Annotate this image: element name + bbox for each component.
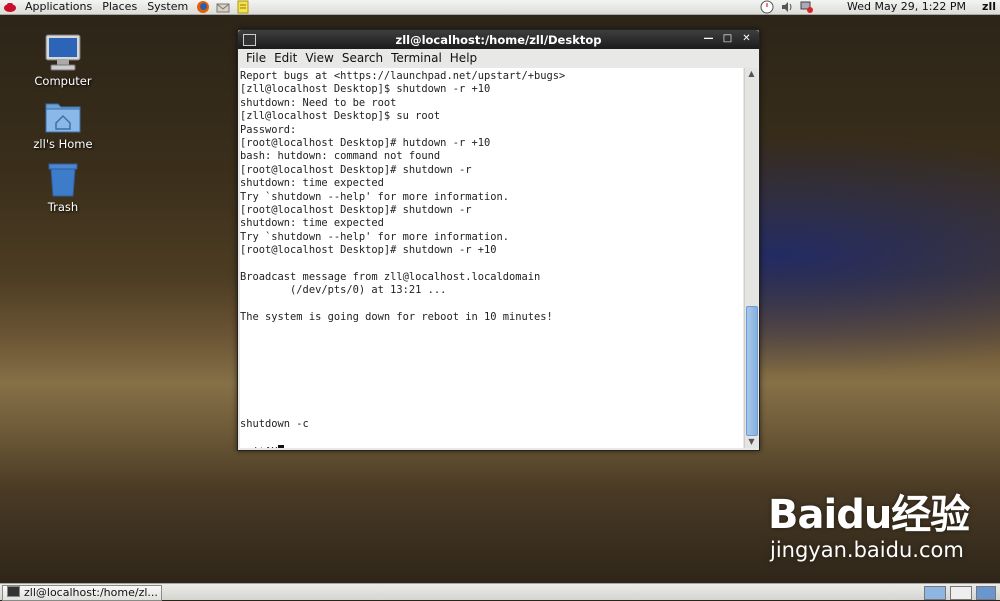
desktop-icon-computer[interactable]: Computer (18, 33, 108, 88)
terminal-scrollbar[interactable]: ▲ ▼ (744, 68, 758, 448)
terminal-window[interactable]: zll@localhost:/home/zll/Desktop — □ ✕ Fi… (237, 29, 760, 451)
menu-file-label: File (246, 51, 267, 65)
terminal-menubar: File Edit View Search Terminal Help (238, 49, 759, 67)
panel-right: Wed May 29, 1:22 PM zll (757, 0, 1000, 14)
desktop-icon-label: zll's Home (33, 137, 93, 151)
desktop-icon-trash[interactable]: Trash (18, 159, 108, 214)
desktop-icon-home[interactable]: zll's Home (18, 96, 108, 151)
window-controls: — □ ✕ (702, 32, 753, 46)
menu-search-label: Search (341, 51, 384, 65)
redhat-logo-icon (3, 0, 17, 14)
desktop-icon-label: Computer (34, 74, 92, 88)
maximize-icon[interactable]: □ (721, 32, 734, 46)
home-folder-icon (43, 96, 83, 136)
scrollbar-thumb[interactable] (746, 306, 758, 436)
menu-file[interactable]: File (242, 51, 270, 65)
trash-icon (43, 159, 83, 199)
terminal-line: [root@localhost Desktop]# shutdown -r (240, 203, 472, 216)
menu-places[interactable]: Places (97, 0, 142, 14)
terminal-line: shutdown: time expected (240, 177, 384, 190)
clock-widget-icon[interactable] (760, 0, 774, 14)
terminal-line: shutdown: Need to be root (240, 96, 397, 109)
terminal-line: The system is going down for reboot in 1… (240, 311, 553, 324)
menu-terminal-label: Terminal (391, 51, 442, 65)
terminal-line: Broadcast message from zll@localhost.loc… (240, 270, 541, 283)
workspace-1[interactable] (924, 586, 946, 600)
menu-help-label: Help (449, 51, 478, 65)
notes-icon[interactable] (236, 0, 250, 14)
watermark-brand: Baidu经验 (768, 492, 970, 538)
panel-user-name[interactable]: zll (978, 0, 1000, 14)
terminal-line: Password: (240, 123, 297, 136)
terminal-text-area[interactable]: Report bugs at <https://launchpad.net/up… (240, 68, 743, 448)
terminal-prompt-line: exit^X (240, 444, 743, 448)
network-icon[interactable] (800, 0, 814, 14)
computer-icon (43, 33, 83, 73)
terminal-line: [root@localhost Desktop]# hutdown -r +10 (240, 136, 491, 149)
minimize-icon[interactable]: — (702, 32, 715, 46)
watermark-url: jingyan.baidu.com (770, 538, 964, 562)
trash-applet-icon[interactable] (976, 586, 996, 600)
terminal-line: Try `shutdown --help' for more informati… (240, 230, 509, 243)
menu-edit-label: Edit (274, 51, 298, 65)
terminal-line: shutdown: time expected (240, 217, 384, 230)
terminal-line: [zll@localhost Desktop]$ su root (240, 110, 441, 123)
terminal-output: Report bugs at <https://launchpad.net/up… (240, 68, 743, 448)
menu-view[interactable]: View (301, 51, 337, 65)
terminal-title: zll@localhost:/home/zll/Desktop (395, 33, 602, 47)
terminal-line: (/dev/pts/0) at 13:21 ... (240, 284, 447, 297)
mail-icon[interactable] (216, 0, 230, 14)
workspace-2[interactable] (950, 586, 972, 600)
menu-help[interactable]: Help (446, 51, 481, 65)
terminal-titlebar[interactable]: zll@localhost:/home/zll/Desktop — □ ✕ (238, 30, 759, 49)
top-panel: Applications Places System Wed May 29, 1… (0, 0, 1000, 15)
terminal-line: Try `shutdown --help' for more informati… (240, 190, 509, 203)
panel-menus: Applications Places System (0, 0, 253, 14)
menu-view-label: View (305, 51, 334, 65)
menu-terminal[interactable]: Terminal (387, 51, 446, 65)
terminal-line: [zll@localhost Desktop]$ shutdown -r +10 (240, 83, 491, 96)
desktop-icon-label: Trash (47, 200, 79, 214)
panel-clock[interactable]: Wed May 29, 1:22 PM (817, 0, 978, 14)
terminal-prompt-text: exit^X (240, 446, 278, 448)
terminal-line: [root@localhost Desktop]# shutdown -r (240, 163, 472, 176)
terminal-task-icon (7, 586, 20, 597)
scroll-up-icon[interactable]: ▲ (745, 68, 758, 80)
bottom-panel: zll@localhost:/home/zl... (0, 583, 1000, 601)
terminal-line: [root@localhost Desktop]# shutdown -r +1… (240, 244, 497, 257)
terminal-line: bash: hutdown: command not found (240, 150, 441, 163)
volume-icon[interactable] (780, 0, 794, 14)
terminal-line: Report bugs at <https://launchpad.net/up… (240, 70, 566, 82)
taskbar-button-label: zll@localhost:/home/zl... (24, 586, 158, 599)
terminal-cursor (277, 444, 284, 448)
menu-search[interactable]: Search (338, 51, 387, 65)
menu-edit[interactable]: Edit (270, 51, 301, 65)
scroll-down-icon[interactable]: ▼ (745, 436, 758, 448)
baidu-watermark: Baidu经验 jingyan.baidu.com (768, 492, 970, 562)
firefox-icon[interactable] (196, 0, 210, 14)
terminal-line: shutdown -c (240, 418, 309, 431)
menu-applications[interactable]: Applications (20, 0, 97, 14)
close-icon[interactable]: ✕ (740, 32, 753, 46)
menu-system[interactable]: System (142, 0, 193, 14)
